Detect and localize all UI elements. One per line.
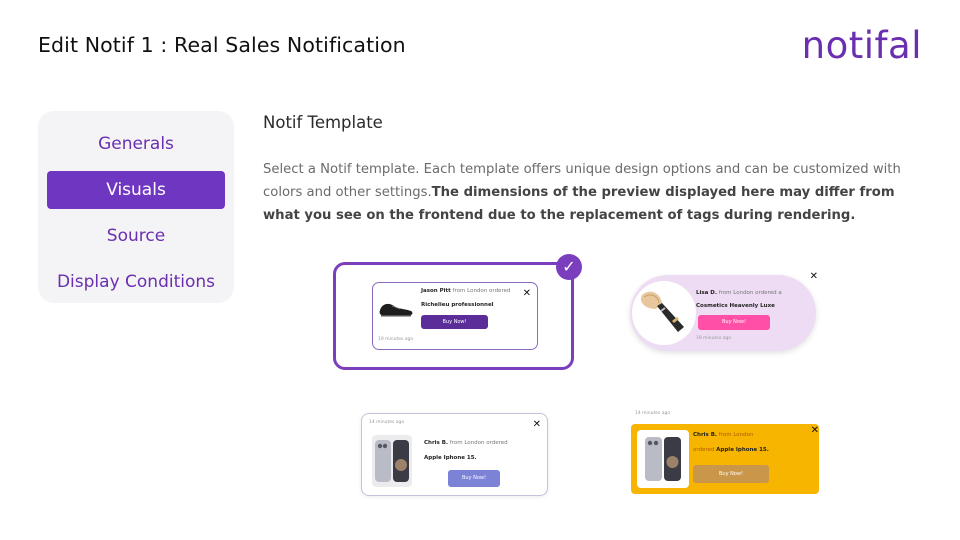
template-3-from: from London ordered [449,440,508,446]
notifal-logo: notifal [801,24,922,67]
template-4-time: 14 minutes ago [635,411,671,416]
template-2-product: Cosmetics Heavenly Luxe [696,303,775,309]
phone-icon [375,440,409,482]
template-3-image [372,435,412,487]
template-3-name: Chris B. [424,440,449,446]
page-title: Edit Notif 1 : Real Sales Notification [38,33,406,57]
template-4-from: from London [718,432,754,438]
template-3-buy-button: Buy Now! [448,470,500,487]
phone-icon [645,437,681,481]
template-4-name: Chris B. [693,432,718,438]
close-icon: ✕ [810,425,819,436]
template-4-from-2: ordered [693,447,715,453]
template-1-buy-button: Buy Now! [421,315,488,329]
makeup-brush-icon [640,291,684,332]
sidebar-item-generals[interactable]: Generals [47,125,225,163]
template-option-2[interactable]: Lisa D. from London ordered a Cosmetics … [630,270,820,354]
template-2-buy-button: Buy Now! [698,315,770,330]
template-1-from: from London ordered [452,288,511,294]
template-option-1[interactable]: Jason Pitt from London ordered Richelieu… [333,262,574,370]
template-2-preview: Lisa D. from London ordered a Cosmetics … [630,275,816,351]
template-4-product: Apple Iphone 15. [716,447,769,453]
section-title: Notif Template [263,113,383,132]
template-1-product: Richelieu professionnel [421,302,494,308]
sidebar-nav: Generals Visuals Source Display Conditio… [38,111,234,303]
close-icon: ✕ [522,288,531,299]
sidebar-item-display-conditions[interactable]: Display Conditions [47,263,225,301]
template-2-name: Lisa D. [696,290,717,296]
template-4-preview: Chris B. from London ordered Apple Iphon… [631,424,819,494]
close-icon: ✕ [532,419,541,430]
check-icon: ✓ [556,254,582,280]
template-4-image [637,430,689,488]
section-description: Select a Notif template. Each template o… [263,158,923,227]
close-icon: ✕ [809,271,818,282]
template-1-preview: Jason Pitt from London ordered Richelieu… [372,282,538,350]
template-3-product: Apple Iphone 15. [424,455,477,461]
sidebar-item-source[interactable]: Source [47,217,225,255]
template-4-buy-button: Buy Now! [693,465,769,483]
shoe-icon [379,303,413,317]
template-2-image [632,281,696,345]
template-option-4[interactable]: 14 minutes ago Chris B. from London orde… [631,411,821,497]
template-1-time: 19 minutes ago [378,337,414,342]
template-2-from: from London ordered a [718,290,782,296]
template-2-time: 19 minutes ago [696,336,732,341]
template-option-3[interactable]: 14 minutes ago ✕ Chris B. from London or… [361,413,548,496]
template-1-name: Jason Pitt [421,288,451,294]
sidebar-item-visuals[interactable]: Visuals [47,171,225,209]
template-3-time: 14 minutes ago [369,420,405,425]
